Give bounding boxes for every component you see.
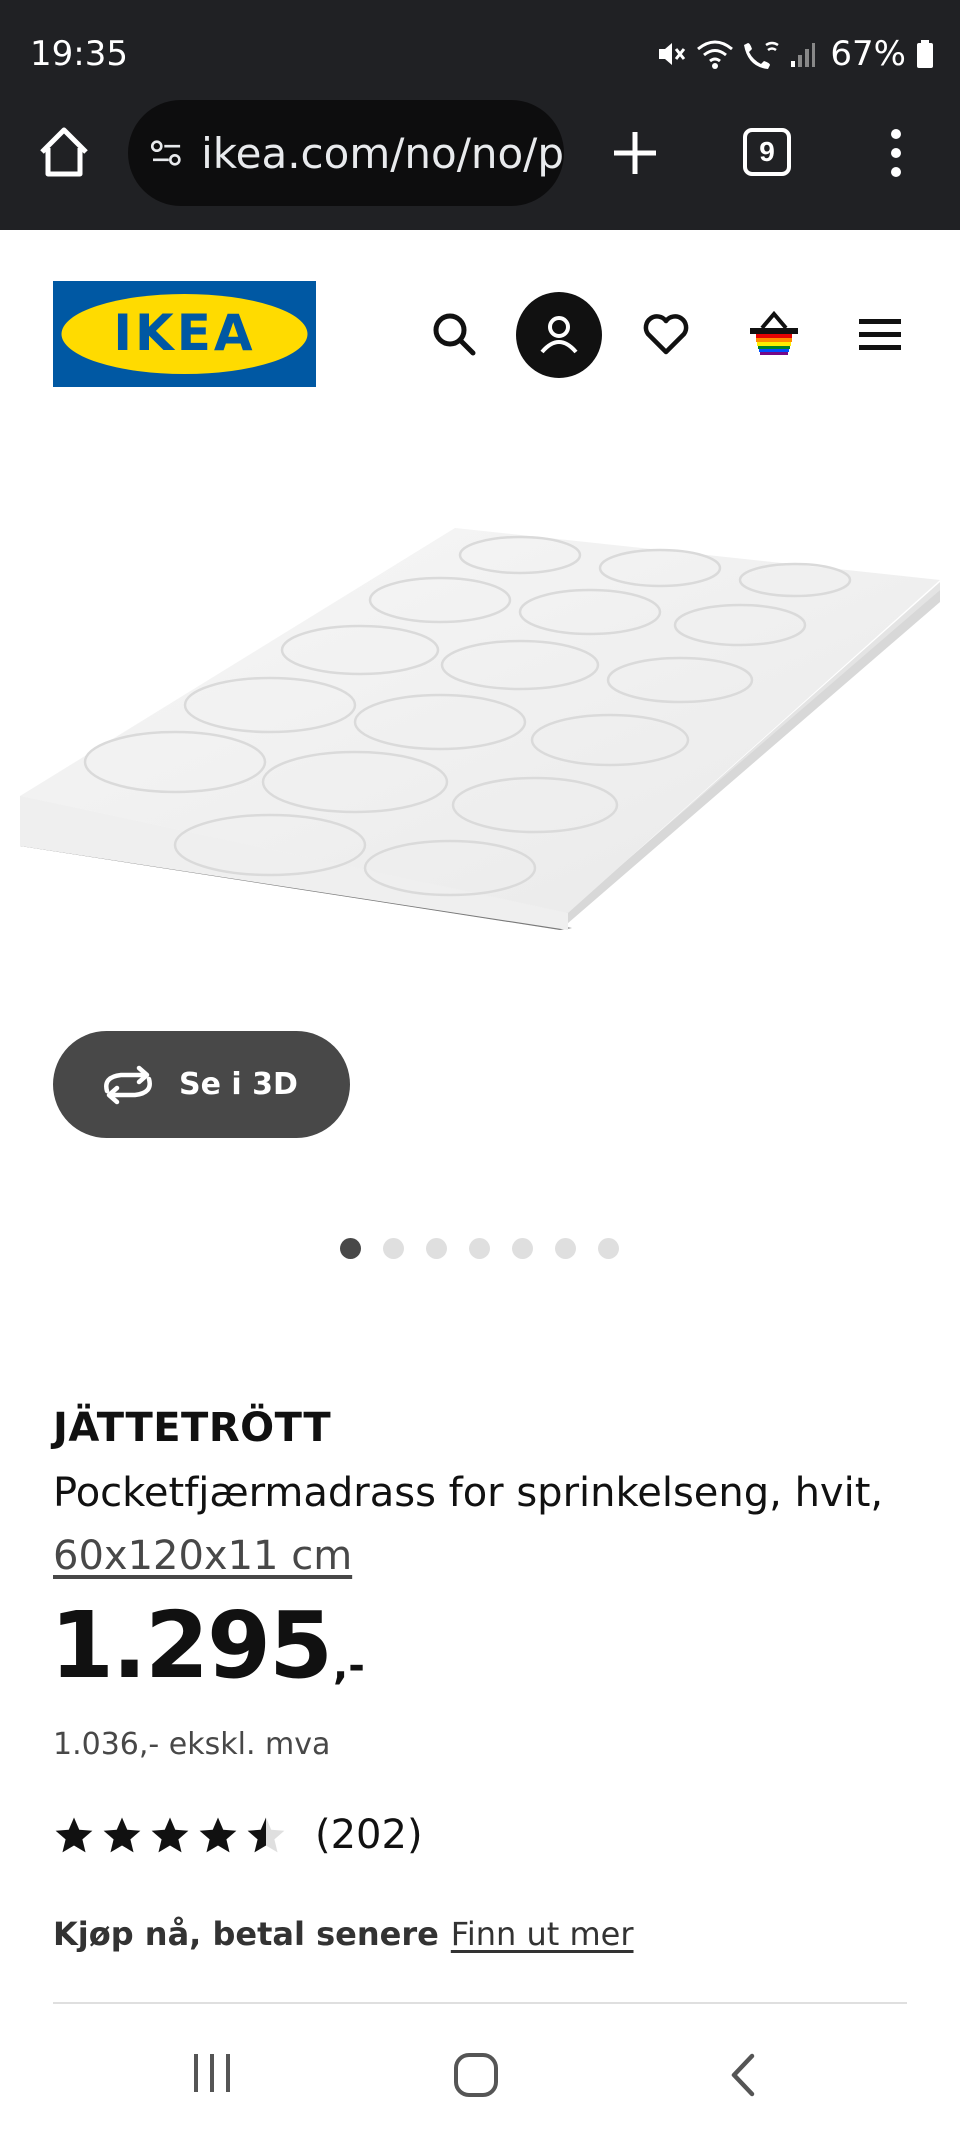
battery-percent: 67% [830,34,906,74]
home-icon[interactable] [36,124,92,180]
browser-chrome: 19:35 67% ikea.com/no/no/p 9 [0,0,960,230]
wifi-call-icon [744,41,780,69]
rotate-3d-icon [104,1065,152,1104]
price-main: 1.295 [50,1592,333,1699]
gallery-dot-1[interactable] [340,1238,361,1259]
product-name: JÄTTETRÖTT [53,1405,332,1451]
star-full-icon [199,1817,237,1853]
view-in-3d-button[interactable]: Se i 3D [53,1031,350,1138]
price-suffix: ,- [333,1643,365,1689]
star-full-icon [151,1817,189,1853]
product-size-link[interactable]: 60x120x11 cm [53,1533,352,1579]
wifi-icon [697,40,734,69]
star-full-icon [55,1817,93,1853]
gallery-dot-6[interactable] [555,1238,576,1259]
home-nav-icon[interactable] [453,2052,499,2098]
ikea-logo[interactable]: IKEA [53,281,316,387]
ikea-logo-text: IKEA [113,304,255,362]
recents-icon[interactable] [190,2052,236,2094]
status-icons: 67% [656,34,934,74]
url-bar[interactable]: ikea.com/no/no/p [128,100,564,206]
bnpl-label: Kjøp nå, betal senere [53,1915,439,1953]
site-settings-icon[interactable] [150,133,183,173]
gallery-dot-4[interactable] [469,1238,490,1259]
review-count: (202) [315,1812,423,1858]
new-tab-icon[interactable] [610,128,660,178]
gallery-dot-5[interactable] [512,1238,533,1259]
signal-icon [791,43,816,67]
cart-icon[interactable] [730,290,818,378]
ikea-logo-graphic: IKEA [53,281,316,387]
product-description: Pocketfjærmadrass for sprinkelseng, hvit… [53,1470,884,1516]
gallery-pagination [340,1238,619,1259]
price-ex-vat: 1.036,- ekskl. mva [53,1727,331,1762]
search-icon[interactable] [410,290,498,378]
heart-icon[interactable] [622,290,710,378]
menu-icon[interactable] [836,290,924,378]
more-options-icon[interactable] [878,128,914,178]
tab-switcher-button[interactable]: 9 [743,128,791,176]
gallery-dot-3[interactable] [426,1238,447,1259]
product-image[interactable] [0,500,960,970]
url-text: ikea.com/no/no/p [201,128,564,178]
system-nav-bar [0,2010,960,2133]
gallery-dot-7[interactable] [598,1238,619,1259]
user-icon[interactable] [516,292,602,378]
gallery-dot-2[interactable] [383,1238,404,1259]
back-icon[interactable] [728,2052,758,2098]
divider [53,2002,907,2004]
status-time: 19:35 [30,34,128,74]
bnpl-learn-more-link[interactable]: Finn ut mer [451,1915,634,1953]
star-half-icon [247,1817,285,1853]
buy-now-pay-later: Kjøp nå, betal senere Finn ut mer [53,1915,634,1953]
product-price: 1.295 ,- [50,1600,365,1692]
battery-icon [917,40,933,68]
product-rating[interactable]: (202) [53,1812,423,1858]
star-full-icon [103,1817,141,1853]
mute-icon [659,43,686,65]
view-in-3d-label: Se i 3D [179,1067,298,1102]
